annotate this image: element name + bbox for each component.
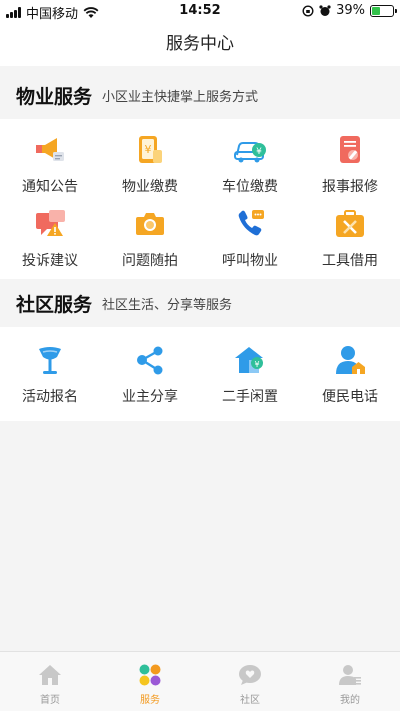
tab-label: 首页: [40, 695, 60, 706]
status-bar: 中国移动 14:52 39%: [0, 0, 400, 22]
contact-icon: [332, 342, 368, 378]
service-notice[interactable]: 通知公告: [0, 127, 100, 201]
megaphone-icon: [32, 132, 68, 168]
property-section-header: 物业服务 小区业主快捷掌上服务方式: [0, 71, 400, 119]
service-label: 便民电话: [322, 389, 378, 405]
rotation-lock-icon: [302, 4, 314, 17]
battery-icon: [370, 4, 397, 17]
svg-text:¥: ¥: [254, 360, 259, 369]
property-section-title: 物业服务: [16, 85, 93, 108]
service-label: 车位缴费: [222, 179, 278, 195]
tab-bar: 首页 服务 社区 我的: [0, 651, 400, 711]
service-repair-report[interactable]: 报事报修: [300, 127, 400, 201]
profile-icon: [337, 662, 363, 688]
tab-home[interactable]: 首页: [0, 652, 100, 711]
service-label: 二手闲置: [222, 389, 278, 405]
service-property-fee[interactable]: ¥ 物业缴费: [100, 127, 200, 201]
service-label: 问题随拍: [122, 253, 178, 269]
service-label: 报事报修: [322, 179, 378, 195]
service-parking-fee[interactable]: ¥ 车位缴费: [200, 127, 300, 201]
service-label: 物业缴费: [122, 179, 178, 195]
share-icon: [132, 342, 168, 378]
service-owner-share[interactable]: 业主分享: [100, 337, 200, 411]
tab-profile[interactable]: 我的: [300, 652, 400, 711]
home-icon: [37, 662, 63, 688]
service-secondhand[interactable]: ¥ 二手闲置: [200, 337, 300, 411]
service-convenience-phone[interactable]: 便民电话: [300, 337, 400, 411]
service-label: 投诉建议: [22, 253, 78, 269]
svg-text:¥: ¥: [256, 147, 262, 157]
phone-call-icon: [232, 206, 268, 242]
community-icon: [237, 662, 263, 688]
tab-label: 社区: [240, 695, 260, 706]
camera-icon: [132, 206, 168, 242]
toolbox-icon: [332, 206, 368, 242]
service-call-property[interactable]: 呼叫物业: [200, 201, 300, 275]
community-services-grid: 活动报名 业主分享 ¥ 二手闲置 便民电话: [0, 327, 400, 421]
service-label: 通知公告: [22, 179, 78, 195]
page-title: 服务中心: [166, 34, 234, 54]
repair-report-icon: [332, 132, 368, 168]
services-icon: [137, 662, 163, 688]
yuan-card-icon: ¥: [132, 132, 168, 168]
community-section-header: 社区服务 社区生活、分享等服务: [0, 279, 400, 327]
nav-bar: 服务中心: [0, 22, 400, 66]
battery-percent: 39%: [336, 3, 365, 18]
tab-label: 我的: [340, 695, 360, 706]
tab-community[interactable]: 社区: [200, 652, 300, 711]
tab-services[interactable]: 服务: [100, 652, 200, 711]
service-complaint[interactable]: 投诉建议: [0, 201, 100, 275]
property-services-grid: 通知公告 ¥ 物业缴费 ¥ 车位缴费 报事报修 投诉建议 问题随拍 呼叫物业 工…: [0, 119, 400, 283]
property-section-subtitle: 小区业主快捷掌上服务方式: [102, 89, 259, 105]
svg-text:¥: ¥: [145, 143, 152, 156]
community-section-title: 社区服务: [16, 293, 93, 316]
service-tool-borrow[interactable]: 工具借用: [300, 201, 400, 275]
service-event-signup[interactable]: 活动报名: [0, 337, 100, 411]
tab-label: 服务: [140, 695, 160, 706]
service-photo-issue[interactable]: 问题随拍: [100, 201, 200, 275]
car-icon: ¥: [232, 132, 268, 168]
service-label: 业主分享: [122, 389, 178, 405]
flag-icon: [32, 342, 68, 378]
secondhand-icon: ¥: [232, 342, 268, 378]
service-label: 工具借用: [322, 253, 378, 269]
community-section-subtitle: 社区生活、分享等服务: [102, 297, 233, 313]
status-right: 39%: [302, 3, 397, 18]
battery-fill: [372, 6, 380, 15]
alarm-icon: [319, 4, 331, 16]
service-label: 呼叫物业: [222, 253, 278, 269]
complaint-icon: [32, 206, 68, 242]
service-label: 活动报名: [22, 389, 78, 405]
